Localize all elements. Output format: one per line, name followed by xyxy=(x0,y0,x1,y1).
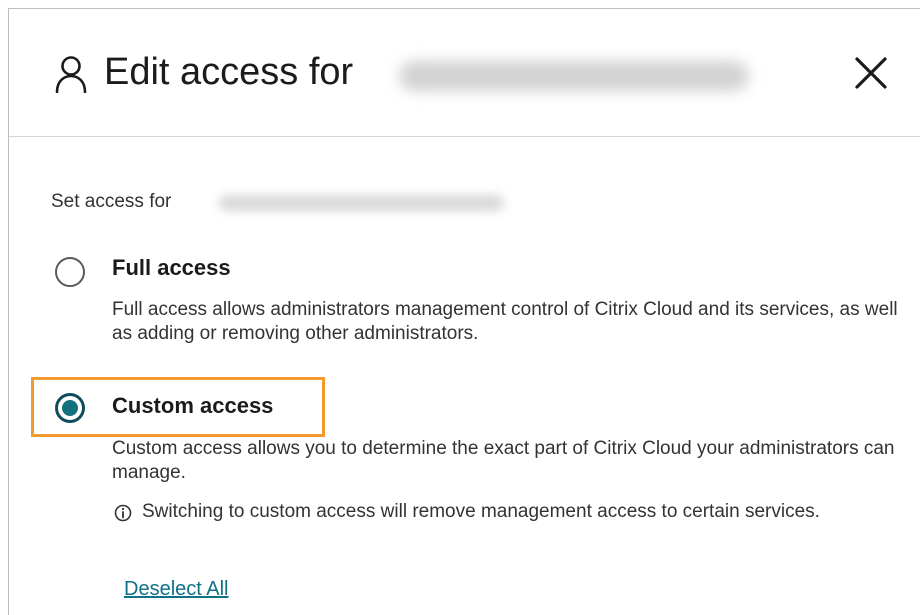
custom-access-info-note: Switching to custom access will remove m… xyxy=(142,501,820,522)
custom-access-radio[interactable] xyxy=(55,393,85,423)
full-access-label[interactable]: Full access xyxy=(112,254,231,282)
user-icon xyxy=(55,56,87,93)
full-access-description: Full access allows administrators manage… xyxy=(112,299,898,344)
deselect-all-link[interactable]: Deselect All xyxy=(124,576,229,602)
custom-access-label[interactable]: Custom access xyxy=(112,392,273,420)
close-icon[interactable] xyxy=(851,53,891,93)
redacted-user-email xyxy=(219,195,504,211)
dialog-header: Edit access for xyxy=(9,9,920,137)
edit-access-dialog: Edit access for Set access for Full acce… xyxy=(8,8,920,615)
custom-access-description: Custom access allows you to determine th… xyxy=(112,438,895,483)
redacted-user-name xyxy=(399,61,749,91)
set-access-label: Set access for xyxy=(51,191,172,212)
dialog-title: Edit access for xyxy=(104,51,354,93)
full-access-radio[interactable] xyxy=(55,257,85,287)
info-icon xyxy=(114,504,132,522)
